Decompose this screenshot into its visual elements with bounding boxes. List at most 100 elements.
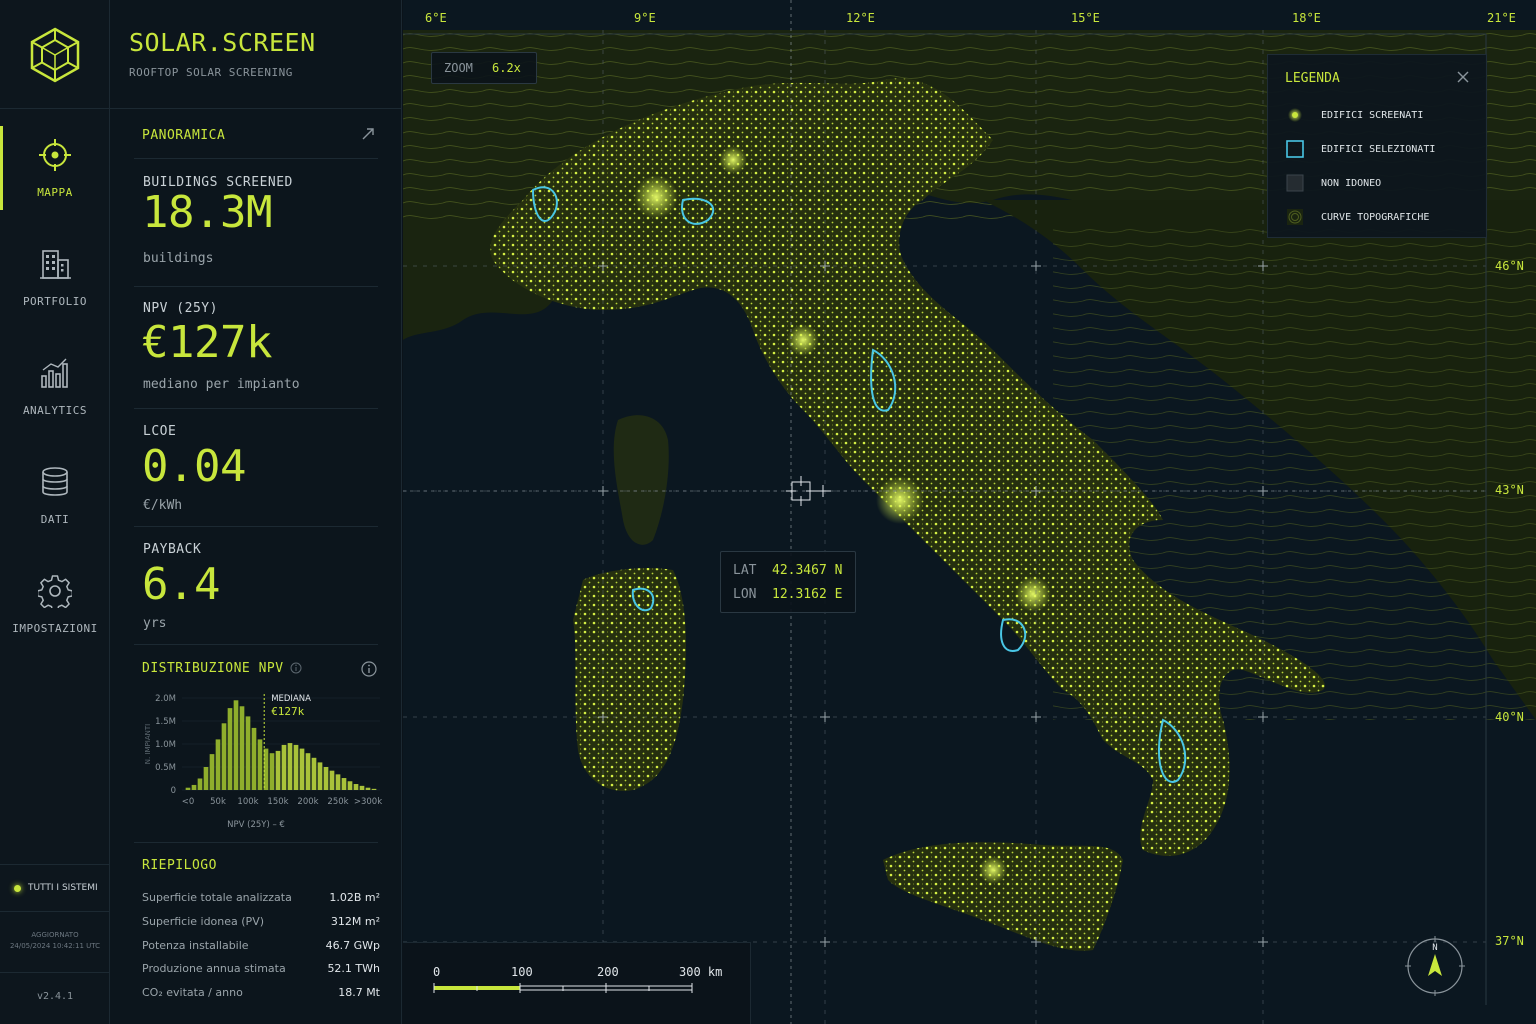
y-tick-label: 1.5M — [155, 717, 176, 727]
stat-unit: mediano per impianto — [143, 377, 300, 392]
latitude-readout: LAT 42.3467 N — [733, 563, 842, 578]
compass-icon[interactable]: N — [1405, 934, 1465, 996]
close-icon[interactable] — [1456, 70, 1470, 84]
nav-item-impostazioni[interactable]: IMPOSTAZIONI — [0, 558, 110, 658]
histogram-bar — [305, 753, 311, 790]
lat-value: 42.3467 N — [772, 563, 843, 578]
x-tick-label: 50k — [210, 797, 226, 807]
nav-label: ANALYTICS — [22, 404, 88, 417]
overview-title: PANORAMICA — [142, 128, 226, 143]
summary-value: 52.1 TWh — [327, 962, 380, 975]
dark-square-icon — [1286, 174, 1304, 192]
histogram-bar — [191, 784, 197, 790]
info-icon[interactable] — [290, 662, 302, 674]
histogram-bar — [209, 754, 215, 790]
y-axis-label: N. IMPIANTI — [144, 724, 152, 764]
longitude-label: 12°E — [846, 11, 875, 25]
panel-divider — [110, 108, 402, 109]
summary-value: 1.02B m² — [329, 891, 380, 904]
histogram-x-ticks: <0 50k 100k 150k 200k 250k >300k — [182, 797, 382, 807]
summary-value: 18.7 Mt — [338, 986, 380, 999]
histogram-bar — [197, 778, 203, 790]
scale-label: 0 — [433, 965, 441, 979]
legend-label: CURVE TOPOGRAFICHE — [1321, 212, 1430, 223]
nav-label: DATI — [40, 513, 70, 526]
rail-divider — [0, 108, 110, 109]
histogram-bar — [299, 748, 305, 790]
expand-icon[interactable] — [360, 126, 376, 142]
x-tick-label: 250k — [327, 797, 348, 807]
stat-label: PAYBACK — [143, 542, 202, 557]
last-updated: AGGIORNATO 24/05/2024 10:42:11 UTC — [0, 930, 110, 952]
scale-label: 200 — [597, 965, 619, 979]
nav-item-analytics[interactable]: ANALYTICS — [0, 340, 110, 440]
summary-row: Superficie idonea (PV) 312M m² — [142, 915, 380, 928]
outline-square-icon — [1286, 140, 1304, 158]
contour-swatch-icon — [1287, 209, 1303, 225]
histogram-bar — [341, 778, 347, 790]
npv-distribution-title: DISTRIBUZIONE NPV — [142, 661, 284, 676]
y-tick-label: 1.0M — [155, 740, 176, 750]
glow-dot-icon — [1288, 108, 1302, 122]
summary-value: 46.7 GWp — [325, 939, 380, 952]
histogram-bar — [257, 739, 263, 790]
histogram-bar — [269, 753, 275, 790]
histogram-bar — [281, 744, 287, 790]
histogram-bar — [215, 739, 221, 790]
legend-item: CURVE TOPOGRAFICHE — [1285, 207, 1485, 227]
stat-buildings: BUILDINGS SCREENED 18.3M buildings — [134, 158, 378, 286]
histogram-bar — [203, 767, 209, 790]
histogram-bar — [239, 706, 245, 790]
histogram-bar — [221, 723, 227, 790]
stat-value: €127k — [142, 317, 272, 368]
legend-item: EDIFICI SELEZIONATI — [1285, 139, 1485, 159]
map-legend: LEGENDA EDIFICI SCREENATI EDIFICI SELEZI… — [1267, 54, 1487, 238]
x-tick-label: >300k — [354, 797, 382, 807]
histogram-bar — [227, 708, 233, 790]
summary-row: Potenza installabile 46.7 GWp — [142, 939, 380, 952]
nav-item-dati[interactable]: DATI — [0, 449, 110, 549]
histogram-bar — [335, 774, 341, 790]
cube-logo-icon[interactable] — [26, 26, 84, 84]
latitude-label: 37°N — [1495, 934, 1524, 948]
stat-value: 6.4 — [142, 559, 220, 610]
summary-label: Produzione annua stimata — [142, 962, 286, 975]
latitude-label: 40°N — [1495, 710, 1524, 724]
gear-icon — [36, 575, 74, 612]
summary-row: Superficie totale analizzata 1.02B m² — [142, 891, 380, 904]
system-status[interactable]: TUTTI I SISTEMI — [0, 864, 110, 912]
zoom-label: ZOOM — [444, 61, 473, 75]
longitude-label: 6°E — [425, 11, 447, 25]
histogram-bar — [365, 787, 371, 790]
summary-row: CO₂ evitata / anno 18.7 Mt — [142, 986, 380, 999]
nav-item-mappa[interactable]: MAPPA — [0, 122, 110, 222]
histogram-bar — [347, 781, 353, 790]
legend-item: NON IDONEO — [1285, 173, 1485, 193]
latitude-label: 46°N — [1495, 259, 1524, 273]
summary-label: Superficie totale analizzata — [142, 891, 292, 904]
longitude-label: 21°E — [1487, 11, 1516, 25]
nav-label: IMPOSTAZIONI — [12, 622, 98, 635]
nav-item-portfolio[interactable]: PORTFOLIO — [0, 231, 110, 331]
lon-value: 12.3162 E — [772, 587, 843, 602]
panel-divider — [134, 842, 378, 843]
map-view[interactable]: 6°E 9°E 12°E 15°E 18°E 21°E 46°N 43°N 40… — [403, 0, 1536, 1024]
stat-lcoe: LCOE 0.04 €/kWh — [134, 408, 378, 526]
rail-divider — [0, 972, 110, 973]
summary-title: RIEPILOGO — [142, 858, 217, 873]
info-icon[interactable] — [361, 661, 377, 677]
status-dot-icon — [14, 885, 21, 892]
building-icon — [40, 250, 71, 279]
legend-item: EDIFICI SCREENATI — [1285, 105, 1485, 125]
histogram-bar — [275, 750, 281, 790]
x-axis-label: NPV (25Y) – € — [227, 820, 285, 830]
median-value: €127k — [271, 705, 304, 718]
zoom-indicator[interactable]: ZOOM 6.2x — [431, 52, 537, 84]
longitude-label: 15°E — [1071, 11, 1100, 25]
nav-label: PORTFOLIO — [22, 295, 88, 308]
stat-value: 0.04 — [142, 441, 246, 492]
longitude-readout: LON 12.3162 E — [733, 587, 842, 602]
summary-row: Produzione annua stimata 52.1 TWh — [142, 962, 380, 975]
y-tick-label: 0.5M — [155, 763, 176, 773]
scale-label: 300 km — [679, 965, 723, 979]
